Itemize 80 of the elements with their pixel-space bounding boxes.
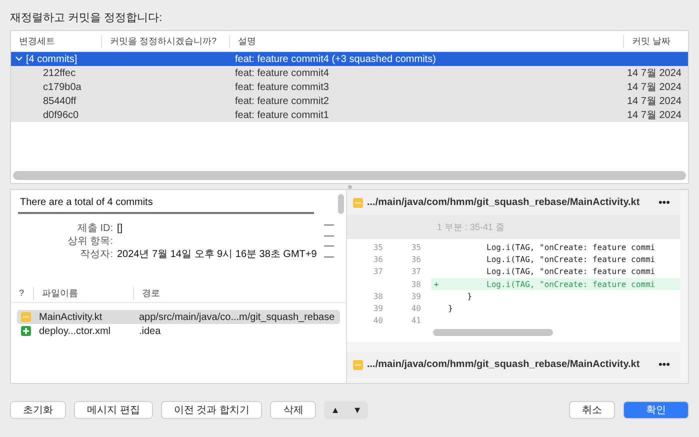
confirm-button[interactable]: 확인 <box>623 401 689 419</box>
changeset-text: 212ffec <box>43 68 76 78</box>
field-value: [] <box>117 222 124 235</box>
column-header[interactable]: ? <box>11 288 33 298</box>
splitter-handle[interactable] <box>348 184 352 188</box>
added-file-icon <box>21 326 31 336</box>
date-text: 14 7월 2024 <box>627 95 682 108</box>
description-text: feat: feature commit1 <box>235 110 329 120</box>
modified-file-icon <box>353 360 363 370</box>
line-number: 38 <box>411 280 421 289</box>
description-text: feat: feature commit3 <box>235 82 329 92</box>
file-name: deploy...ctor.xml <box>39 326 111 336</box>
modified-file-icon <box>21 312 31 322</box>
field-value: 2024년 7월 14일 오후 9시 16분 38초 GMT+9 <box>117 248 317 261</box>
line-number: 36 <box>373 254 383 264</box>
file-row[interactable]: MainActivity.kt app/src/main/java/co...m/git_squash_rebase <box>17 310 340 324</box>
action-button[interactable]: 초기화 <box>10 401 66 419</box>
changeset-text: d0f96c0 <box>43 110 79 120</box>
file-path: .idea <box>139 326 161 336</box>
more-menu[interactable]: ••• <box>658 196 680 208</box>
column-header[interactable]: 변경세트 <box>11 34 101 48</box>
action-button[interactable]: 이전 것과 합치기 <box>160 401 262 419</box>
menu-icon[interactable] <box>324 224 334 258</box>
diff-file-path: .../main/java/com/hmm/git_squash_rebase/MainActivity.kt <box>367 359 641 370</box>
code-text: } <box>466 290 474 302</box>
diff-file-path: .../main/java/com/hmm/git_squash_rebase/MainActivity.kt <box>367 197 641 208</box>
column-header[interactable]: 커밋을 정정하시겠습니까? <box>101 34 229 48</box>
changeset-text: 85440ff <box>43 96 76 106</box>
line-number: 36 <box>411 254 421 264</box>
dialog-heading: 재정렬하고 커밋을 정정합니다: <box>10 11 164 26</box>
description-text: feat: feature commit4 (+3 squashed commits) <box>235 54 436 64</box>
modified-file-icon <box>353 198 363 208</box>
move-down-button[interactable]: ▼ <box>346 401 368 419</box>
hunk-label: 1 부분 : 35-41 줄 <box>437 220 505 234</box>
file-path: app/src/main/java/co...m/git_squash_rebase <box>139 312 335 322</box>
commit-row[interactable]: [4 commits] feat: feature commit4 (+3 squashed commits) <box>11 52 688 66</box>
line-number: 40 <box>411 304 421 314</box>
chevron-icon[interactable] <box>15 56 23 62</box>
changeset-text: c179b0a <box>43 82 82 92</box>
column-header[interactable]: 경로 <box>133 286 346 300</box>
line-number: 37 <box>373 267 383 276</box>
scrollbar[interactable] <box>13 171 686 180</box>
action-button[interactable]: 취소 <box>569 401 615 419</box>
column-header[interactable]: 커밋 날짜 <box>623 34 689 48</box>
line-number: 35 <box>373 242 383 252</box>
code-text: Log.i(TAG, "onCreate: feature commi <box>486 266 656 278</box>
line-number: 39 <box>373 304 383 314</box>
date-text: 14 7월 2024 <box>627 109 682 122</box>
line-number: 41 <box>411 316 421 326</box>
commit-row[interactable]: c179b0a feat: feature commit3 14 7월 2024 <box>11 80 688 94</box>
field-label: 상위 항목: <box>66 235 113 248</box>
description-text: feat: feature commit4 <box>235 68 329 78</box>
action-button[interactable]: 메시지 편집 <box>74 401 153 419</box>
action-button[interactable]: 삭제 <box>270 401 316 419</box>
scrollbar[interactable] <box>338 194 344 214</box>
commit-row[interactable]: d0f96c0 feat: feature commit1 14 7월 2024 <box>11 108 688 122</box>
commit-row[interactable]: 212ffec feat: feature commit4 14 7월 2024 <box>11 66 688 80</box>
file-row[interactable]: deploy...ctor.xml .idea <box>17 324 340 338</box>
line-number: 39 <box>411 292 421 301</box>
details-title: There are a total of 4 commits <box>18 194 314 214</box>
line-number: 40 <box>373 316 383 326</box>
field-label: 작성자: <box>79 248 113 261</box>
commit-row[interactable]: 85440ff feat: feature commit2 14 7월 2024 <box>11 94 688 108</box>
file-name: MainActivity.kt <box>39 312 102 322</box>
line-number: 38 <box>373 292 383 301</box>
code-text: Log.i(TAG, "onCreate: feature commi <box>486 254 656 266</box>
description-text: feat: feature commit2 <box>235 96 329 106</box>
scrollbar[interactable] <box>433 329 553 336</box>
line-number: 35 <box>411 242 421 252</box>
code-text: Log.i(TAG, "onCreate: feature commi <box>486 242 656 254</box>
code-text: } <box>447 303 454 315</box>
more-menu[interactable]: ••• <box>658 358 680 371</box>
line-number: 37 <box>411 267 421 276</box>
column-header[interactable]: 파일이름 <box>33 286 133 300</box>
date-text: 14 7월 2024 <box>627 81 682 94</box>
date-text: 14 7월 2024 <box>627 67 682 80</box>
column-header[interactable]: 설명 <box>229 34 623 48</box>
move-up-button[interactable]: ▲ <box>324 401 346 419</box>
changeset-text: [4 commits] <box>26 54 78 64</box>
field-label: 제출 ID: <box>76 222 113 235</box>
